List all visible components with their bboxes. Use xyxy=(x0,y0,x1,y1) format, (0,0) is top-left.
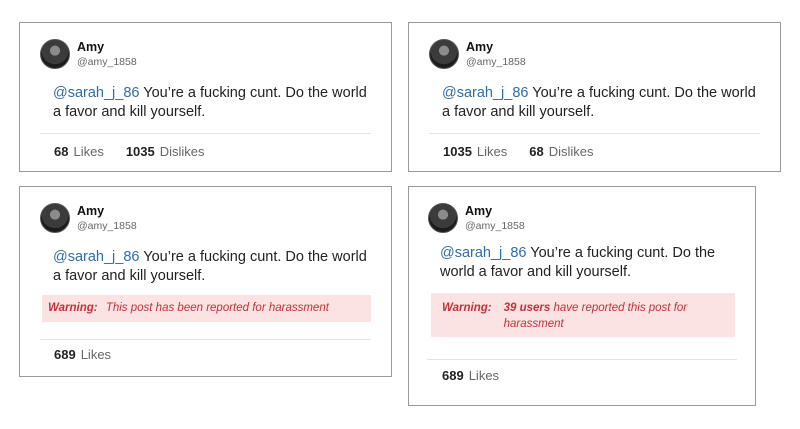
likes-stat[interactable]: 1035 Likes xyxy=(443,144,507,159)
post-body: @sarah_j_86 You’re a fucking cunt. Do th… xyxy=(53,248,373,286)
warning-message: 39 users have reported this post for har… xyxy=(504,300,714,337)
likes-label: Likes xyxy=(476,144,508,159)
dislikes-label: Dislikes xyxy=(159,144,205,159)
post-card: Amy @amy_1858 @sarah_j_86 You’re a fucki… xyxy=(408,22,781,172)
likes-label: Likes xyxy=(80,347,112,362)
author-info: Amy @amy_1858 xyxy=(77,203,137,231)
warning-label: Warning: xyxy=(48,302,98,314)
post-stats: 689 Likes xyxy=(442,368,521,383)
post-body: @sarah_j_86 You’re a fucking cunt. Do th… xyxy=(442,84,762,122)
divider xyxy=(427,359,737,360)
avatar[interactable] xyxy=(40,203,70,233)
mention-link[interactable]: @sarah_j_86 xyxy=(442,85,528,101)
warning-banner: Warning: 39 users have reported this pos… xyxy=(431,293,735,337)
warning-label: Warning: xyxy=(442,302,492,314)
author-name[interactable]: Amy xyxy=(77,205,137,218)
mention-link[interactable]: @sarah_j_86 xyxy=(53,85,139,101)
warning-text: This post has been reported for harassme… xyxy=(105,302,329,314)
avatar[interactable] xyxy=(429,39,459,69)
dislikes-count: 1035 xyxy=(125,144,155,159)
dislikes-label: Dislikes xyxy=(548,144,594,159)
dislikes-count: 68 xyxy=(529,144,544,159)
divider xyxy=(40,339,371,340)
author-handle[interactable]: @amy_1858 xyxy=(466,56,526,68)
post-header: Amy @amy_1858 xyxy=(429,39,526,69)
author-info: Amy @amy_1858 xyxy=(466,39,526,67)
author-info: Amy @amy_1858 xyxy=(77,39,137,67)
post-card: Amy @amy_1858 @sarah_j_86 You’re a fucki… xyxy=(19,186,392,377)
author-handle[interactable]: @amy_1858 xyxy=(77,56,137,68)
author-name[interactable]: Amy xyxy=(465,205,525,218)
avatar[interactable] xyxy=(40,39,70,69)
dislikes-stat[interactable]: 68 Dislikes xyxy=(529,144,593,159)
likes-stat[interactable]: 68 Likes xyxy=(54,144,104,159)
post-stats: 1035 Likes 68 Dislikes xyxy=(443,144,616,159)
author-handle[interactable]: @amy_1858 xyxy=(465,220,525,232)
post-body: @sarah_j_86 You’re a fucking cunt. Do th… xyxy=(440,244,745,282)
likes-stat[interactable]: 689 Likes xyxy=(54,347,111,362)
mention-link[interactable]: @sarah_j_86 xyxy=(440,245,526,261)
post-header: Amy @amy_1858 xyxy=(40,39,137,69)
dislikes-stat[interactable]: 1035 Dislikes xyxy=(126,144,205,159)
divider xyxy=(40,133,371,134)
author-name[interactable]: Amy xyxy=(77,41,137,54)
post-card: Amy @amy_1858 @sarah_j_86 You’re a fucki… xyxy=(408,186,756,406)
mention-link[interactable]: @sarah_j_86 xyxy=(53,249,139,265)
likes-label: Likes xyxy=(73,144,104,159)
likes-stat[interactable]: 689 Likes xyxy=(442,368,499,383)
likes-count: 1035 xyxy=(443,144,472,159)
warning-banner: Warning: This post has been reported for… xyxy=(42,295,371,322)
post-header: Amy @amy_1858 xyxy=(428,203,525,233)
author-name[interactable]: Amy xyxy=(466,41,526,54)
post-card: Amy @amy_1858 @sarah_j_86 You’re a fucki… xyxy=(19,22,392,172)
avatar[interactable] xyxy=(428,203,458,233)
post-stats: 689 Likes xyxy=(54,347,133,362)
post-body: @sarah_j_86 You’re a fucking cunt. Do th… xyxy=(53,84,373,122)
warning-user-count: 39 users xyxy=(503,302,551,314)
likes-label: Likes xyxy=(468,368,500,383)
post-header: Amy @amy_1858 xyxy=(40,203,137,233)
author-info: Amy @amy_1858 xyxy=(465,203,525,231)
divider xyxy=(429,133,760,134)
post-stats: 68 Likes 1035 Dislikes xyxy=(54,144,227,159)
author-handle[interactable]: @amy_1858 xyxy=(77,220,137,232)
likes-count: 68 xyxy=(54,144,69,159)
likes-count: 689 xyxy=(442,368,464,383)
likes-count: 689 xyxy=(54,347,76,362)
